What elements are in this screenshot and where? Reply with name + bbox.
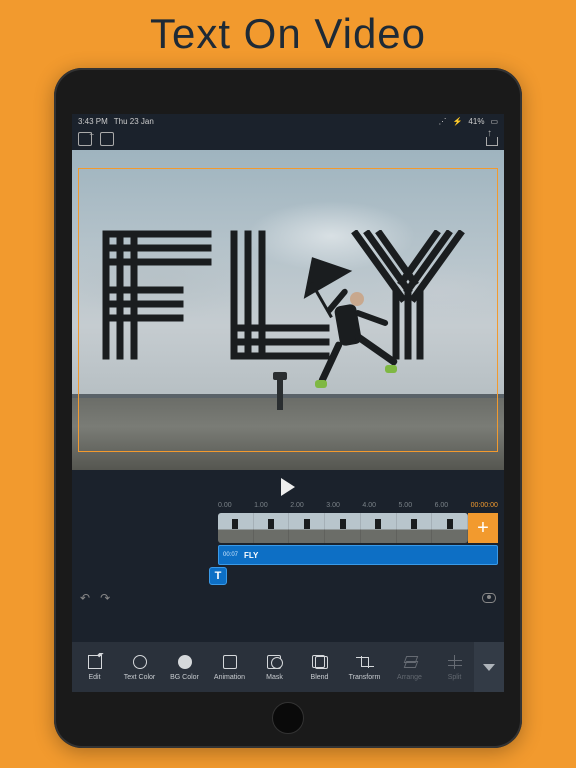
tool-label: Text Color xyxy=(124,674,156,681)
clip-thumbnail xyxy=(361,513,397,543)
ruler-tick: 0.00 xyxy=(218,502,232,509)
letter-l xyxy=(230,230,330,360)
clip-thumbnail xyxy=(397,513,433,543)
tool-label: Arrange xyxy=(397,674,422,681)
timeline: 0.00 1.00 2.00 3.00 4.00 5.00 6.00 00:00… xyxy=(72,500,504,585)
charging-icon: ⚡ xyxy=(452,117,462,126)
tool-label: BG Color xyxy=(170,674,199,681)
ruler-tick: 2.00 xyxy=(290,502,304,509)
clip-thumbnail xyxy=(325,513,361,543)
text-color-icon xyxy=(131,653,149,671)
ruler-tick: 4.00 xyxy=(362,502,376,509)
video-clip-track[interactable] xyxy=(218,513,468,543)
animation-icon xyxy=(221,653,239,671)
tool-edit[interactable]: Edit xyxy=(72,653,117,681)
arrange-icon xyxy=(401,653,419,671)
tool-animation[interactable]: Animation xyxy=(207,653,252,681)
tool-label: Split xyxy=(448,674,462,681)
letter-y xyxy=(348,230,468,360)
video-preview[interactable] xyxy=(72,150,504,470)
text-clip-time: 00:07 xyxy=(223,552,238,558)
tool-mask[interactable]: Mask xyxy=(252,653,297,681)
ruler-tick: 5.00 xyxy=(398,502,412,509)
time-ruler: 0.00 1.00 2.00 3.00 4.00 5.00 6.00 00:00… xyxy=(78,500,498,511)
edit-icon xyxy=(86,653,104,671)
tool-label: Transform xyxy=(349,674,381,681)
undo-icon[interactable]: ↶ xyxy=(80,591,90,605)
bottom-toolbar: Edit Text Color BG Color Animation Mask xyxy=(72,642,504,692)
tool-transform[interactable]: Transform xyxy=(342,653,387,681)
status-time: 3:43 PM xyxy=(78,117,108,126)
tool-split: Split xyxy=(432,653,474,681)
tool-arrange: Arrange xyxy=(387,653,432,681)
chevron-down-icon xyxy=(483,664,495,671)
playhead-marker[interactable]: T xyxy=(209,567,227,585)
top-bar xyxy=(72,128,504,150)
clip-thumbnail xyxy=(218,513,254,543)
tool-bg-color[interactable]: BG Color xyxy=(162,653,207,681)
status-date: Thu 23 Jan xyxy=(114,117,154,126)
tool-text-color[interactable]: Text Color xyxy=(117,653,162,681)
blend-icon xyxy=(311,653,329,671)
toolbar-collapse-button[interactable] xyxy=(474,642,504,692)
mask-icon xyxy=(266,653,284,671)
add-clip-button[interactable]: + xyxy=(468,513,498,543)
split-icon xyxy=(446,653,464,671)
tool-label: Mask xyxy=(266,674,283,681)
clip-thumbnail xyxy=(289,513,325,543)
new-project-icon[interactable] xyxy=(78,132,92,146)
home-button[interactable] xyxy=(272,702,304,734)
ruler-tick: 6.00 xyxy=(435,502,449,509)
overlay-text[interactable] xyxy=(102,230,468,360)
ruler-total: 00:00:00 xyxy=(471,502,498,509)
battery-icon: ▭ xyxy=(490,117,498,126)
visibility-icon[interactable] xyxy=(482,593,496,603)
hero-title: Text On Video xyxy=(0,0,576,58)
tool-blend[interactable]: Blend xyxy=(297,653,342,681)
text-clip-track[interactable]: 00:07 FLY xyxy=(218,545,498,565)
bg-color-icon xyxy=(176,653,194,671)
history-row: ↶ ↷ xyxy=(72,585,504,609)
battery-percent: 41% xyxy=(468,117,484,126)
ruler-tick: 1.00 xyxy=(254,502,268,509)
status-bar: 3:43 PM Thu 23 Jan ⋰ ⚡ 41% ▭ xyxy=(72,114,504,128)
projects-icon[interactable] xyxy=(100,132,114,146)
share-icon[interactable] xyxy=(484,132,498,146)
letter-f xyxy=(102,230,212,360)
clip-thumbnail xyxy=(254,513,290,543)
wifi-icon: ⋰ xyxy=(438,117,446,126)
clip-thumbnail xyxy=(432,513,468,543)
tablet-frame: 3:43 PM Thu 23 Jan ⋰ ⚡ 41% ▭ xyxy=(54,68,522,748)
tool-label: Edit xyxy=(88,674,100,681)
redo-icon[interactable]: ↷ xyxy=(100,591,110,605)
tool-label: Animation xyxy=(214,674,245,681)
tool-label: Blend xyxy=(311,674,329,681)
ruler-tick: 3.00 xyxy=(326,502,340,509)
play-icon xyxy=(281,478,295,496)
play-button[interactable] xyxy=(72,478,504,496)
transform-icon xyxy=(356,653,374,671)
app-screen: 3:43 PM Thu 23 Jan ⋰ ⚡ 41% ▭ xyxy=(72,114,504,692)
text-clip-label: FLY xyxy=(244,551,258,560)
